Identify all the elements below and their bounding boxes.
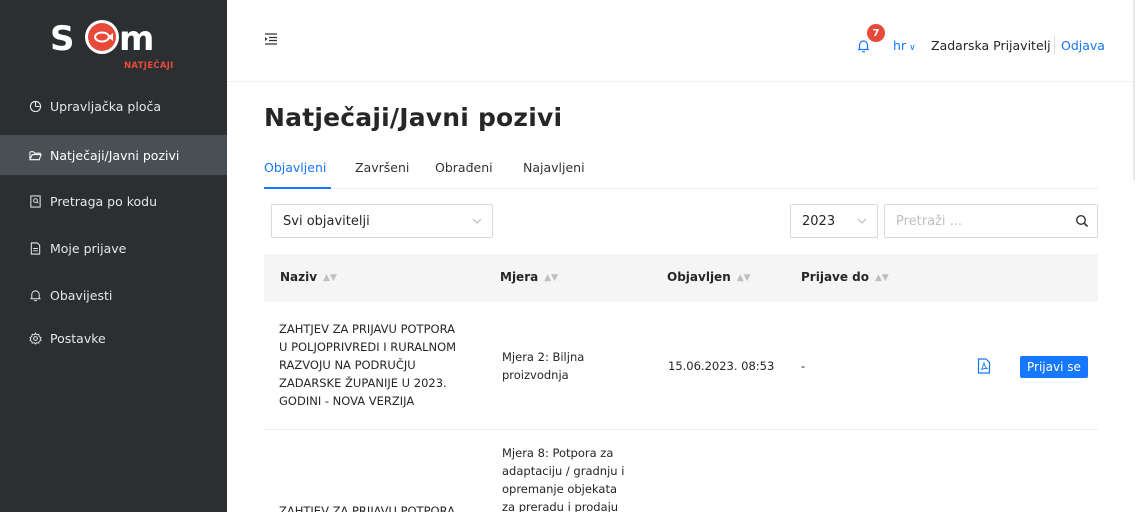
sidebar-item-dashboard[interactable]: Upravljačka ploča: [0, 86, 227, 126]
file-icon: [28, 241, 42, 255]
sort-icon: ▲▼: [736, 272, 751, 283]
publisher-select[interactable]: Svi objavitelji: [271, 204, 493, 238]
topbar: 7 hr ∨ Zadarska Prijavitelj Odjava: [227, 0, 1135, 82]
measure-line: proizvodnja: [502, 368, 569, 382]
sidebar-item-label: Postavke: [50, 330, 106, 346]
apply-button[interactable]: Prijavi se: [1020, 356, 1088, 378]
name-line: Zahtjev za prijavu potpora: [279, 504, 455, 512]
som-logo-icon: S m: [50, 19, 154, 59]
logo-subtitle: NATJEČAJI: [124, 61, 174, 71]
sidebar-item-postavke[interactable]: Postavke: [0, 318, 227, 358]
table-row: Zahtjev za prijavu potpora u poljoprivre…: [264, 302, 1098, 430]
sidebar-item-moje-prijave[interactable]: Moje prijave: [0, 228, 227, 268]
svg-text:S: S: [50, 19, 75, 59]
column-label: Prijave do: [801, 270, 870, 284]
year-select-value: 2023: [802, 213, 836, 229]
sort-icon: ▲▼: [544, 272, 559, 283]
measure-line: adaptaciju / gradnju i: [502, 464, 625, 478]
column-header-naziv[interactable]: Naziv ▲▼: [280, 270, 337, 284]
notification-bell-icon[interactable]: [857, 38, 870, 53]
pdf-icon[interactable]: [977, 358, 991, 374]
sidebar-item-label: Pretraga po kodu: [50, 193, 157, 209]
name-line: Zadarske županije u 2023.: [279, 376, 447, 390]
sort-icon: ▲▼: [875, 272, 889, 283]
divider: [1054, 36, 1055, 54]
cell-published: 15.06.2023. 08:53: [668, 359, 775, 373]
column-header-prijave-do[interactable]: Prijave do ▲▼: [801, 270, 889, 284]
cell-measure: Mjera 8: Potpora za adaptaciju / gradnju…: [502, 444, 624, 512]
year-select[interactable]: 2023: [790, 204, 878, 238]
sidebar-item-label: Upravljačka ploča: [50, 98, 161, 114]
bell-icon: [28, 288, 42, 302]
name-line: u poljoprivredi i ruralnom: [279, 340, 457, 354]
sidebar-item-natjecaji[interactable]: Natječaji/Javni pozivi: [0, 135, 227, 175]
cell-deadline: -: [801, 359, 806, 373]
folder-open-icon: [28, 148, 42, 162]
tab-zavrseni[interactable]: Završeni: [355, 160, 409, 189]
page-title: Natječaji/Javni pozivi: [264, 103, 563, 132]
name-line: godini - NOVA VERZIJA: [279, 394, 415, 408]
document-search-icon: [28, 194, 42, 208]
cell-name: Zahtjev za prijavu potpora u poljoprivre…: [279, 320, 479, 410]
search-icon[interactable]: [1075, 214, 1089, 228]
sidebar-item-pretraga[interactable]: Pretraga po kodu: [0, 181, 227, 221]
search-box: [884, 204, 1098, 238]
table-header: Naziv ▲▼ Mjera ▲▼ Objavljen ▲▼ Prijave do ▲▼: [264, 254, 1098, 302]
tab-obradeni[interactable]: Obrađeni: [435, 160, 493, 189]
sidebar: S m NATJEČAJI Upravljačka ploča Natječaj…: [0, 0, 227, 512]
chevron-down-icon: ∨: [909, 43, 916, 53]
measure-line: opremanje objekata: [502, 482, 618, 496]
menu-toggle-icon[interactable]: [264, 31, 278, 45]
tab-najavljeni[interactable]: Najavljeni: [523, 160, 585, 189]
measure-line: Mjera 2: Biljna: [502, 350, 585, 364]
sidebar-item-label: Natječaji/Javni pozivi: [50, 147, 180, 163]
tab-bar: Objavljeni Završeni Obrađeni Najavljeni: [264, 160, 1098, 189]
column-label: Mjera: [500, 270, 539, 284]
language-label: hr: [893, 38, 907, 53]
notification-count-badge: 7: [867, 24, 885, 42]
chevron-down-icon: [857, 218, 867, 224]
cell-measure: Mjera 2: Biljna proizvodnja: [502, 348, 584, 384]
dashboard-icon: [28, 99, 42, 113]
table-row: Mjera 8: Potpora za adaptaciju / gradnju…: [264, 430, 1098, 512]
sidebar-item-label: Moje prijave: [50, 240, 127, 256]
user-name: Zadarska Prijavitelj: [931, 38, 1051, 53]
logo[interactable]: S m NATJEČAJI: [0, 0, 227, 82]
language-selector[interactable]: hr ∨: [893, 38, 916, 53]
column-header-mjera[interactable]: Mjera ▲▼: [500, 270, 558, 284]
sort-icon: ▲▼: [323, 272, 337, 283]
sidebar-item-label: Obavijesti: [50, 287, 113, 303]
logout-link[interactable]: Odjava: [1061, 38, 1105, 53]
tab-objavljeni[interactable]: Objavljeni: [264, 160, 331, 189]
name-line: Zahtjev za prijavu potpora: [279, 322, 455, 336]
gear-icon: [28, 331, 42, 345]
sidebar-item-obavijesti[interactable]: Obavijesti: [0, 275, 227, 315]
search-input[interactable]: [885, 205, 1055, 237]
column-label: Objavljen: [667, 270, 731, 284]
publisher-select-value: Svi objavitelji: [283, 213, 370, 229]
measure-line: Mjera 8: Potpora za: [502, 446, 614, 460]
chevron-down-icon: [472, 218, 482, 224]
name-line: razvoju na području: [279, 358, 416, 372]
measure-line: za preradu i prodaju: [502, 500, 619, 512]
svg-text:m: m: [119, 19, 154, 59]
column-header-objavljen[interactable]: Objavljen ▲▼: [667, 270, 751, 284]
cell-name: Zahtjev za prijavu potpora: [279, 502, 479, 512]
column-label: Naziv: [280, 270, 318, 284]
